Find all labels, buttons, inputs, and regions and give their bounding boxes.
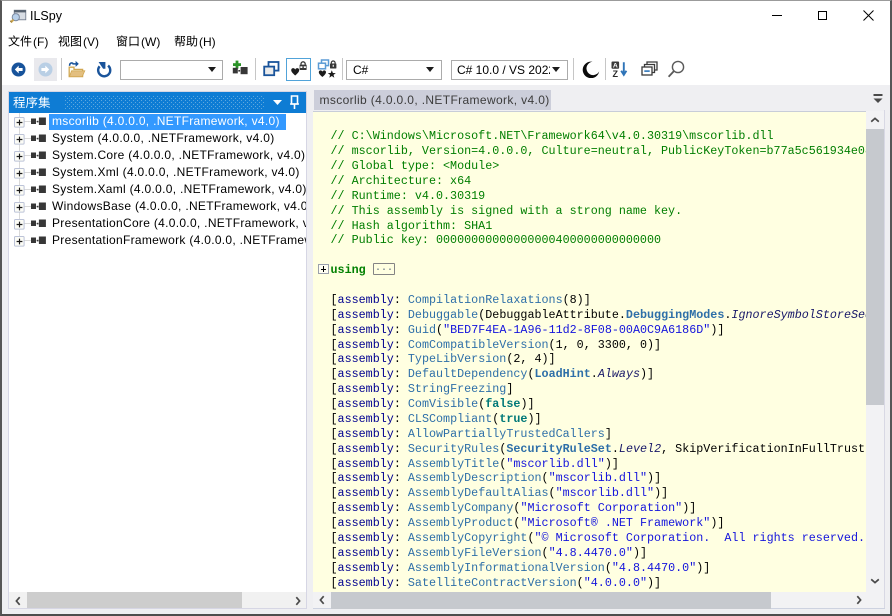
svg-text:Z: Z (613, 69, 619, 78)
